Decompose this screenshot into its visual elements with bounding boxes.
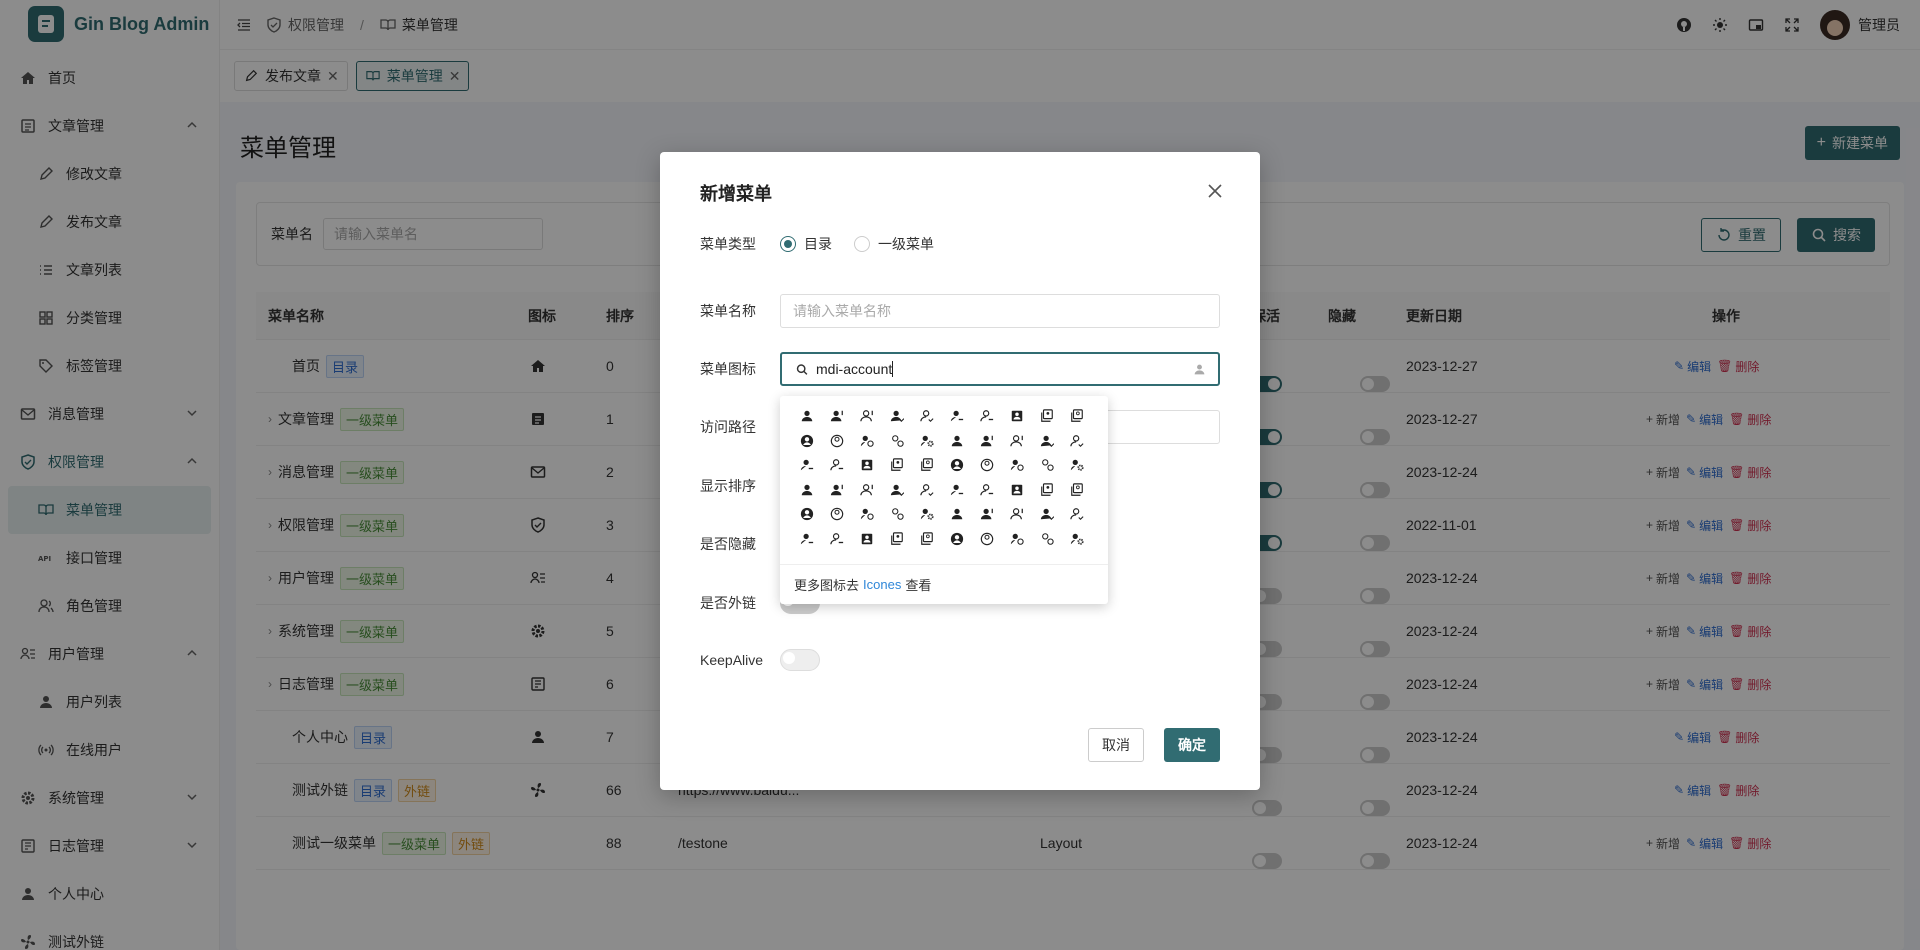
menu-icon-label: 菜单图标 [700, 361, 756, 377]
dialog-title: 新增菜单 [700, 184, 772, 204]
hidden-row: 是否隐藏 [700, 534, 780, 554]
keepalive-row: KeepAlive [700, 649, 820, 671]
account-variant-icon[interactable] [822, 502, 852, 527]
text-cursor [892, 361, 894, 377]
account-variant-icon[interactable] [822, 453, 852, 478]
account-variant-icon[interactable] [1032, 453, 1062, 478]
account-variant-icon[interactable] [1002, 502, 1032, 527]
account-variant-icon[interactable] [942, 404, 972, 429]
icon-grid [792, 404, 1096, 564]
radio-directory[interactable]: 目录 [780, 234, 832, 254]
account-variant-icon[interactable] [972, 429, 1002, 454]
account-variant-icon[interactable] [912, 453, 942, 478]
account-variant-icon[interactable] [972, 502, 1002, 527]
account-variant-icon[interactable] [912, 404, 942, 429]
icon-picker-popup: 更多图标去 Icones 查看 [780, 396, 1108, 604]
path-label: 访问路径 [700, 419, 756, 435]
menu-name-input[interactable]: 请输入菜单名称 [780, 294, 1220, 328]
account-variant-icon[interactable] [822, 429, 852, 454]
account-variant-icon[interactable] [942, 527, 972, 552]
account-variant-icon[interactable] [1062, 429, 1092, 454]
account-variant-icon[interactable] [1002, 527, 1032, 552]
account-variant-icon[interactable] [942, 453, 972, 478]
account-variant-icon[interactable] [822, 404, 852, 429]
account-variant-icon[interactable] [912, 502, 942, 527]
account-variant-icon[interactable] [1032, 404, 1062, 429]
account-variant-icon[interactable] [1062, 502, 1092, 527]
keepalive-toggle[interactable] [780, 649, 820, 671]
account-variant-icon[interactable] [882, 527, 912, 552]
account-variant-icon[interactable] [1062, 478, 1092, 503]
account-variant-icon[interactable] [882, 502, 912, 527]
radio-label: 目录 [804, 236, 832, 252]
radio-circle-checked [780, 236, 796, 252]
account-variant-icon[interactable] [1032, 478, 1062, 503]
hidden-label: 是否隐藏 [700, 536, 756, 552]
menu-icon-value: mdi-account [816, 361, 893, 377]
account-variant-icon[interactable] [942, 502, 972, 527]
account-variant-icon[interactable] [882, 453, 912, 478]
account-variant-icon[interactable] [882, 429, 912, 454]
menu-type-label: 菜单类型 [700, 236, 756, 252]
keepalive-label: KeepAlive [700, 652, 764, 668]
external-label: 是否外链 [700, 595, 756, 611]
icon-picker-footer: 更多图标去 Icones 查看 [780, 564, 1108, 604]
account-variant-icon[interactable] [972, 478, 1002, 503]
account-variant-icon[interactable] [792, 453, 822, 478]
account-variant-icon[interactable] [912, 478, 942, 503]
account-variant-icon[interactable] [1002, 404, 1032, 429]
search-icon [796, 363, 808, 375]
account-variant-icon[interactable] [942, 429, 972, 454]
new-menu-dialog: 新增菜单 菜单类型 目录 一级菜单 菜单名称 请输入菜单名称 菜单图标 mdi-… [660, 152, 1260, 790]
account-variant-icon[interactable] [882, 404, 912, 429]
radio-label: 一级菜单 [878, 236, 934, 252]
menu-name-placeholder: 请输入菜单名称 [793, 303, 891, 319]
account-variant-icon[interactable] [1062, 404, 1092, 429]
account-variant-icon[interactable] [972, 404, 1002, 429]
account-variant-icon[interactable] [1032, 527, 1062, 552]
account-variant-icon[interactable] [1002, 478, 1032, 503]
account-variant-icon[interactable] [942, 478, 972, 503]
icones-link[interactable]: Icones [863, 577, 901, 592]
menu-name-row: 菜单名称 请输入菜单名称 [700, 294, 1220, 328]
menu-icon-input[interactable]: mdi-account [780, 352, 1220, 386]
account-variant-icon[interactable] [792, 502, 822, 527]
account-variant-icon[interactable] [852, 429, 882, 454]
account-variant-icon[interactable] [792, 527, 822, 552]
account-variant-icon[interactable] [912, 527, 942, 552]
account-variant-icon[interactable] [852, 478, 882, 503]
account-variant-icon[interactable] [1032, 502, 1062, 527]
more-icons-prefix: 更多图标去 [794, 578, 860, 593]
account-variant-icon[interactable] [912, 429, 942, 454]
menu-icon-row: 菜单图标 mdi-account [700, 352, 1220, 386]
confirm-button[interactable]: 确定 [1164, 728, 1220, 762]
radio-circle [854, 236, 870, 252]
account-variant-icon[interactable] [882, 478, 912, 503]
account-variant-icon[interactable] [972, 527, 1002, 552]
radio-first-level[interactable]: 一级菜单 [854, 234, 934, 254]
account-variant-icon[interactable] [1032, 429, 1062, 454]
order-label: 显示排序 [700, 478, 756, 494]
close-icon[interactable] [1206, 182, 1224, 200]
account-variant-icon[interactable] [822, 527, 852, 552]
account-variant-icon[interactable] [852, 453, 882, 478]
cancel-button[interactable]: 取消 [1088, 728, 1144, 762]
account-variant-icon[interactable] [792, 478, 822, 503]
account-variant-icon[interactable] [852, 527, 882, 552]
account-variant-icon[interactable] [792, 429, 822, 454]
account-variant-icon[interactable] [852, 404, 882, 429]
account-variant-icon[interactable] [792, 404, 822, 429]
more-icons-suffix: 查看 [905, 578, 932, 593]
menu-type-row: 菜单类型 目录 一级菜单 [700, 234, 956, 254]
order-row: 显示排序 [700, 476, 780, 496]
account-variant-icon[interactable] [1062, 453, 1092, 478]
account-variant-icon[interactable] [1002, 429, 1032, 454]
account-variant-icon[interactable] [972, 453, 1002, 478]
account-icon [1194, 364, 1205, 375]
account-variant-icon[interactable] [852, 502, 882, 527]
account-variant-icon[interactable] [1062, 527, 1092, 552]
account-variant-icon[interactable] [822, 478, 852, 503]
account-variant-icon[interactable] [1002, 453, 1032, 478]
menu-name-label: 菜单名称 [700, 303, 756, 319]
